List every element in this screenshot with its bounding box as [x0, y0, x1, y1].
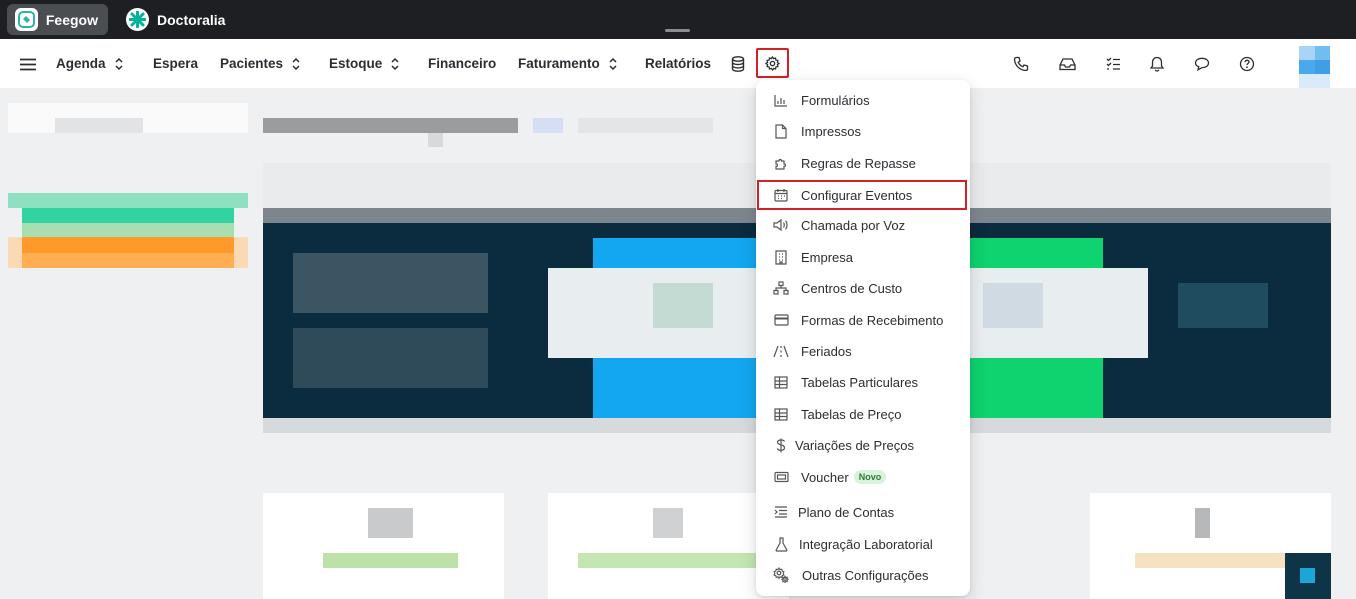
building-icon: [773, 249, 789, 265]
menu-item-label: Impressos: [801, 123, 861, 139]
menu-item-label: Tabelas de Preço: [801, 406, 902, 422]
menu-item-centros-custo[interactable]: Centros de Custo: [756, 273, 970, 303]
hierarchy-icon: [773, 280, 789, 296]
menu-item-label: Outras Configurações: [802, 567, 929, 583]
puzzle-icon: [773, 155, 789, 171]
menu-item-formas-recebimento[interactable]: Formas de Recebimento: [756, 305, 970, 335]
menu-item-configurar-eventos[interactable]: Configurar Eventos: [757, 180, 967, 210]
chat-icon[interactable]: [1191, 53, 1213, 75]
menu-item-outras-configuracoes[interactable]: Outras Configurações: [756, 560, 970, 590]
avatar[interactable]: [1299, 46, 1330, 88]
bell-icon[interactable]: [1146, 53, 1168, 75]
speaker-icon: [773, 217, 789, 233]
nav-agenda[interactable]: Agenda: [56, 39, 124, 88]
app-switcher-bar: Feegow Doctoralia: [0, 0, 1356, 39]
nav-label: Estoque: [329, 56, 383, 71]
nav-faturamento[interactable]: Faturamento: [518, 39, 618, 88]
menu-item-voucher[interactable]: Voucher Novo: [756, 462, 970, 492]
feegow-logo-icon: [15, 8, 38, 31]
menu-item-label: Configurar Eventos: [801, 187, 913, 203]
nav-label: Financeiro: [428, 56, 497, 71]
nav-espera[interactable]: Espera: [153, 39, 198, 88]
menu-item-plano-contas[interactable]: Plano de Contas: [756, 497, 970, 527]
menu-item-empresa[interactable]: Empresa: [756, 242, 970, 272]
nav-financeiro[interactable]: Financeiro: [428, 39, 496, 88]
nav-label: Pacientes: [220, 56, 284, 71]
menu-item-integracao-laboratorial[interactable]: Integração Laboratorial: [756, 529, 970, 559]
menu-item-label: Centros de Custo: [801, 280, 903, 296]
chevron-up-down-icon: [391, 57, 399, 70]
app-tab-label: Feegow: [45, 11, 98, 28]
new-badge: Novo: [853, 470, 887, 484]
menu-item-label: Chamada por Voz: [801, 217, 906, 233]
chevron-up-down-icon: [609, 57, 617, 70]
settings-button[interactable]: [756, 48, 789, 78]
nav-label: Agenda: [56, 56, 106, 71]
menu-item-label: Feriados: [801, 343, 852, 359]
menu-item-label: Integração Laboratorial: [799, 536, 933, 552]
menu-item-label: Formulários: [801, 92, 870, 108]
list-indent-icon: [773, 504, 789, 520]
menu-item-tabelas-particulares[interactable]: Tabelas Particulares: [756, 367, 970, 397]
nav-label: Relatórios: [645, 56, 712, 71]
gear-icon: [765, 55, 780, 71]
phone-icon[interactable]: [1010, 53, 1032, 75]
app-tab-doctoralia[interactable]: Doctoralia: [118, 4, 238, 35]
database-icon[interactable]: [727, 53, 749, 75]
app-tab-feegow[interactable]: Feegow: [7, 4, 108, 35]
menu-item-tabelas-preco[interactable]: Tabelas de Preço: [756, 399, 970, 429]
nav-estoque[interactable]: Estoque: [329, 39, 400, 88]
settings-dropdown-menu: Formulários Impressos Regras de Repasse …: [756, 80, 970, 596]
dollar-icon: [773, 437, 789, 453]
bar-chart-icon: [773, 92, 789, 108]
gears-icon: [773, 567, 789, 583]
help-icon[interactable]: [1236, 53, 1258, 75]
tasks-icon[interactable]: [1102, 53, 1124, 75]
hamburger-menu-icon[interactable]: [17, 53, 39, 75]
menu-item-chamada-voz[interactable]: Chamada por Voz: [756, 210, 970, 240]
chevron-up-down-icon: [114, 57, 123, 70]
menu-item-label: Voucher: [801, 469, 849, 485]
nav-label: Faturamento: [518, 56, 600, 71]
main-navbar: Agenda Espera Pacientes Estoque Financei…: [0, 39, 1356, 88]
flask-icon: [773, 536, 789, 552]
menu-item-variacoes-precos[interactable]: Variações de Preços: [756, 430, 970, 460]
menu-item-formularios[interactable]: Formulários: [756, 85, 970, 115]
menu-item-label: Plano de Contas: [798, 504, 895, 520]
nav-pacientes[interactable]: Pacientes: [220, 39, 301, 88]
road-icon: [773, 343, 789, 359]
menu-item-regras-repasse[interactable]: Regras de Repasse: [756, 148, 970, 178]
document-icon: [773, 123, 789, 139]
table-icon: [773, 374, 789, 390]
table-icon: [773, 406, 789, 422]
menu-item-label: Empresa: [801, 249, 854, 265]
menu-item-impressos[interactable]: Impressos: [756, 116, 970, 146]
ticket-icon: [773, 469, 789, 485]
drag-handle[interactable]: [665, 29, 690, 32]
menu-item-label: Formas de Recebimento: [801, 312, 944, 328]
nav-relatorios[interactable]: Relatórios: [645, 39, 711, 88]
menu-item-label: Tabelas Particulares: [801, 374, 919, 390]
calendar-icon: [773, 187, 789, 203]
doctoralia-logo-icon: [126, 8, 149, 31]
nav-label: Espera: [153, 56, 199, 71]
menu-item-feriados[interactable]: Feriados: [756, 336, 970, 366]
credit-card-icon: [773, 312, 789, 328]
chevron-up-down-icon: [292, 57, 300, 70]
menu-item-label: Regras de Repasse: [801, 155, 916, 171]
app-tab-label: Doctoralia: [157, 11, 226, 28]
menu-item-label: Variações de Preços: [795, 437, 914, 453]
inbox-icon[interactable]: [1056, 53, 1078, 75]
